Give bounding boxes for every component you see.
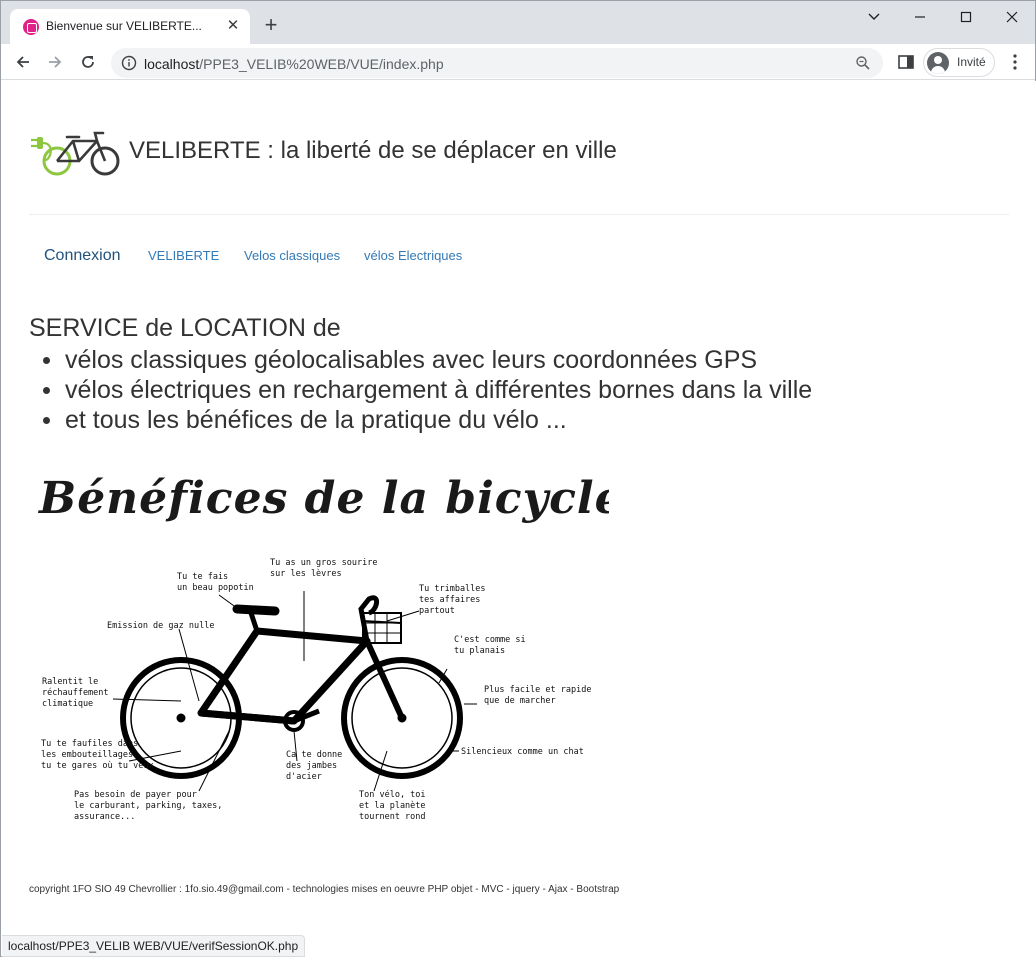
label-gaz: Emission de gaz nulle	[107, 621, 214, 631]
service-list: vélos classiques géolocalisables avec le…	[42, 345, 813, 435]
nav-velos-electriques[interactable]: vélos Electriques	[364, 248, 462, 263]
infographic-title: Bénéfices de la bicyclette	[37, 473, 609, 524]
bicycle-benefits-infographic: Bénéfices de la bicyclette	[37, 473, 609, 822]
address-bar[interactable]: localhost/PPE3_VELIB%20WEB/VUE/index.php	[111, 48, 883, 78]
page-viewport: VELIBERTE : la liberté de se déplacer en…	[2, 81, 1036, 957]
label-embouteillages: Tu te faufiles dans les embouteillages, tu…	[41, 739, 154, 771]
url-path: /PPE3_VELIB%20WEB/VUE/index.php	[199, 56, 444, 72]
service-intro: SERVICE de LOCATION de	[29, 314, 341, 342]
back-arrow-icon[interactable]	[11, 50, 35, 74]
url-text[interactable]: localhost/PPE3_VELIB%20WEB/VUE/index.php	[144, 56, 444, 72]
site-info-icon[interactable]	[121, 55, 137, 71]
minimize-icon[interactable]	[897, 5, 943, 29]
label-popotin: Tu te fais un beau popotin	[177, 572, 254, 593]
zoom-icon[interactable]	[855, 55, 871, 71]
label-sourire: Tu as un gros sourire sur les lèvres	[270, 558, 377, 579]
tab-title: Bienvenue sur VELIBERTE...	[46, 19, 202, 33]
browser-toolbar: localhost/PPE3_VELIB%20WEB/VUE/index.php…	[1, 44, 1035, 80]
new-tab-button[interactable]: +	[259, 14, 283, 38]
reload-icon[interactable]	[76, 50, 100, 74]
label-carburant: Pas besoin de payer pour le carburant, pa…	[74, 790, 222, 822]
service-item: et tous les bénéfices de la pratique du …	[42, 405, 812, 435]
close-window-icon[interactable]	[989, 5, 1035, 29]
nav-connexion[interactable]: Connexion	[44, 247, 121, 265]
label-planais: C'est comme si tu planais	[454, 635, 526, 656]
site-title: VELIBERTE : la liberté de se déplacer en…	[129, 137, 617, 164]
label-jambes: Ca te donne des jambes d'acier	[286, 750, 342, 782]
profile-label: Invité	[957, 55, 986, 69]
profile-button[interactable]: Invité	[923, 48, 995, 77]
electric-bike-logo-icon	[31, 131, 120, 176]
nav-velos-classiques[interactable]: Velos classiques	[244, 248, 340, 263]
tab-active[interactable]: Bienvenue sur VELIBERTE... ✕	[10, 9, 250, 44]
forward-arrow-icon[interactable]	[43, 50, 67, 74]
service-item: vélos classiques géolocalisables avec le…	[42, 345, 812, 375]
tab-search-chevron-icon[interactable]	[851, 5, 897, 29]
tab-strip: Bienvenue sur VELIBERTE... ✕ +	[1, 1, 1035, 44]
maximize-icon[interactable]	[943, 5, 989, 29]
label-planete: Ton vélo, toi et la planète tournent rond	[359, 789, 426, 822]
nav-veliberte[interactable]: VELIBERTE	[148, 248, 219, 263]
site-header: VELIBERTE : la liberté de se déplacer en…	[29, 123, 1009, 215]
footer-copyright: copyright 1FO SIO 49 Chevrollier : 1fo.s…	[29, 884, 620, 895]
label-marcher: Plus facile et rapide que de marcher	[484, 685, 591, 706]
tab-close-icon[interactable]: ✕	[224, 17, 242, 35]
status-bar-url: localhost/PPE3_VELIB WEB/VUE/verifSessio…	[2, 935, 306, 957]
label-chat: Silencieux comme un chat	[461, 747, 584, 757]
browser-window: Bienvenue sur VELIBERTE... ✕ + localhost…	[0, 0, 1036, 957]
profile-avatar-icon	[927, 52, 949, 74]
site-favicon-icon	[23, 19, 39, 35]
url-host: localhost	[144, 56, 200, 72]
label-affaires: Tu trimballes tes affaires partout	[419, 584, 486, 616]
label-rechauffement: Ralentit le réchauffement climatique	[42, 677, 109, 709]
browser-menu-icon[interactable]	[1005, 52, 1025, 72]
side-panel-icon[interactable]	[897, 53, 915, 71]
service-item: vélos électriques en rechargement à diff…	[42, 376, 813, 404]
